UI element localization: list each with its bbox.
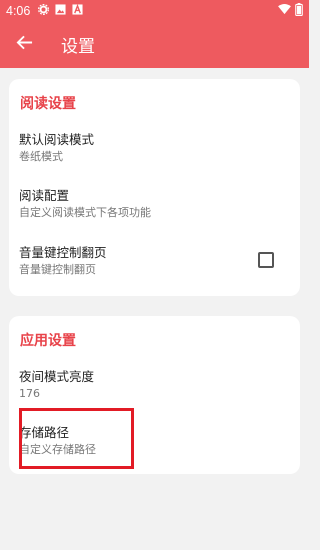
page-title: 设置 (61, 37, 95, 57)
arrow-back-icon (16, 34, 33, 55)
pref-title: 阅读配置 (19, 188, 70, 203)
highlight-box (19, 408, 134, 469)
status-bar: 4:06 (0, 0, 309, 21)
font-icon (72, 3, 83, 18)
pref-summary: 176 (19, 387, 40, 400)
status-right (278, 2, 303, 19)
status-time: 4:06 (6, 3, 31, 18)
image-icon (55, 3, 66, 18)
app-settings-header: 应用设置 (20, 333, 76, 349)
wifi-icon (278, 3, 291, 18)
battery-icon (295, 2, 303, 19)
pref-summary: 音量键控制翻页 (19, 263, 96, 276)
back-button[interactable] (0, 21, 48, 68)
app-bar: 设置 (0, 21, 309, 68)
volume-key-page-turn-pref[interactable]: 音量键控制翻页 音量键控制翻页 (19, 245, 229, 277)
pref-title: 默认阅读模式 (19, 132, 95, 147)
night-mode-brightness-pref[interactable]: 夜间模式亮度 176 (19, 369, 279, 401)
pref-summary: 卷纸模式 (19, 150, 63, 163)
reading-config-pref[interactable]: 阅读配置 自定义阅读模式下各项功能 (19, 188, 279, 220)
pref-title: 音量键控制翻页 (19, 245, 107, 260)
pref-summary: 自定义阅读模式下各项功能 (19, 206, 151, 219)
volume-key-checkbox[interactable] (258, 252, 274, 268)
reading-settings-header: 阅读设置 (20, 96, 76, 112)
pref-title: 夜间模式亮度 (19, 369, 95, 384)
default-reading-mode-pref[interactable]: 默认阅读模式 卷纸模式 (19, 132, 279, 164)
settings-icon (38, 3, 50, 18)
